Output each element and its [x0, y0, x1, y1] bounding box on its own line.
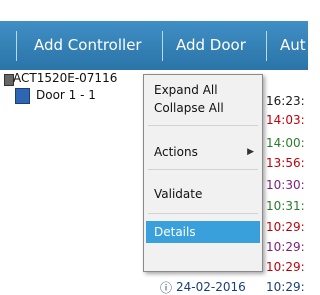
- menu-separator: [148, 213, 258, 214]
- menu-item-details[interactable]: Details: [154, 225, 196, 239]
- event-time: 10:29:: [266, 260, 305, 274]
- tree-item-controller[interactable]: ACT1520E-07116: [13, 71, 117, 85]
- toolbar-separator: [162, 31, 163, 61]
- context-menu: Expand All Collapse All Actions ▶ Valida…: [143, 74, 263, 272]
- menu-item-details-highlight[interactable]: Details: [146, 221, 260, 243]
- event-time: 14:00:: [266, 136, 305, 150]
- event-time: 13:56:: [266, 156, 305, 170]
- toolbar-bar: Add Controller Add Door Aut: [0, 21, 308, 70]
- event-time: 10:30:: [266, 178, 305, 192]
- event-info-icon: ⓘ: [160, 281, 173, 295]
- toolbar-separator: [16, 31, 17, 61]
- event-time: 10:31:: [266, 199, 305, 213]
- submenu-arrow-icon: ▶: [247, 147, 254, 157]
- event-time: 10:29:: [266, 240, 305, 254]
- door-icon: [15, 88, 30, 104]
- add-controller-button[interactable]: Add Controller: [34, 21, 142, 70]
- event-time: 16:23:: [266, 94, 305, 108]
- event-time: 10:29:: [266, 220, 305, 234]
- menu-separator: [148, 125, 258, 126]
- menu-separator: [148, 169, 258, 170]
- event-time: 10:29:: [266, 280, 305, 294]
- event-date: 24-02-2016: [176, 280, 246, 294]
- tree-item-door[interactable]: Door 1 - 1: [36, 88, 96, 102]
- auto-button[interactable]: Aut: [280, 21, 306, 70]
- menu-item-validate[interactable]: Validate: [154, 187, 202, 201]
- toolbar-separator: [266, 31, 267, 61]
- add-door-button[interactable]: Add Door: [176, 21, 246, 70]
- menu-item-actions[interactable]: Actions: [154, 145, 198, 159]
- menu-item-collapse-all[interactable]: Collapse All: [154, 101, 224, 115]
- menu-item-expand-all[interactable]: Expand All: [154, 83, 218, 97]
- event-time: 14:03:: [266, 113, 305, 127]
